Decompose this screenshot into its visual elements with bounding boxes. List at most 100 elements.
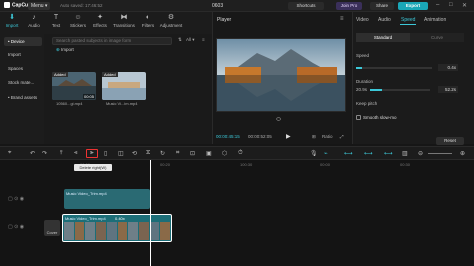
playhead[interactable] xyxy=(150,160,151,266)
cover-button[interactable]: Cover xyxy=(44,220,60,236)
nav-device[interactable]: • Device xyxy=(4,37,42,46)
undo-icon[interactable]: ↶ xyxy=(30,150,35,157)
tool-transitions[interactable]: ⧓ Transitions xyxy=(112,13,136,33)
magnet-icon[interactable]: ⌁ xyxy=(324,150,328,157)
tab-audio[interactable]: Audio xyxy=(378,17,391,23)
menu-button[interactable]: Menu ▾ xyxy=(28,2,50,10)
speed-slider[interactable] xyxy=(356,67,432,69)
film-frame xyxy=(96,222,106,240)
import-button[interactable]: ⊕ Import xyxy=(56,47,74,53)
duration-value[interactable]: 52.2s xyxy=(438,86,458,93)
tool-effects[interactable]: ✦ Effects xyxy=(90,13,110,33)
tool-audio[interactable]: ♪ Audio xyxy=(24,13,44,33)
ruler-tick: 00:30 xyxy=(400,162,411,167)
nav-import[interactable]: Import xyxy=(4,50,42,59)
freeze-icon[interactable]: ◫ xyxy=(118,150,124,157)
reset-button[interactable]: Reset xyxy=(436,137,464,145)
speed-slider-fill xyxy=(356,67,363,69)
video-preview xyxy=(216,38,346,112)
snap-icon[interactable]: ⟷ xyxy=(384,150,393,157)
delete-icon[interactable]: ▯ xyxy=(104,150,107,157)
share-button[interactable]: Share xyxy=(370,2,394,10)
delete-left-icon[interactable]: ⫷ xyxy=(74,150,77,157)
ruler-tick: 100:30 xyxy=(240,162,253,167)
player-title: Player xyxy=(217,17,232,23)
track-lock-icon[interactable]: ▢ ⊙ ◉ xyxy=(8,196,24,202)
media-clip-1[interactable]: Added 00:05 xyxy=(52,72,96,100)
play-button[interactable]: ▶ xyxy=(286,133,291,140)
speed-label: Speed xyxy=(356,53,370,58)
ai-tool-icon[interactable]: ▣ xyxy=(206,150,212,157)
speed-mode-standard[interactable]: Standard xyxy=(356,33,410,42)
filter-all-dropdown[interactable]: All ▾ xyxy=(186,37,195,43)
tab-animation[interactable]: Animation xyxy=(424,17,446,23)
maximize-icon[interactable]: □ xyxy=(449,2,453,8)
ratio-button[interactable]: Ratio xyxy=(322,134,333,139)
smooth-slowmo-checkbox[interactable] xyxy=(356,115,361,120)
mirror-icon[interactable]: ⧖ xyxy=(146,150,150,157)
sort-icon[interactable]: ⇅ xyxy=(178,37,182,43)
search-input[interactable]: Search pasted subjects in image form xyxy=(52,37,172,45)
duration-original: 20.9s xyxy=(356,87,368,92)
tab-video[interactable]: Video xyxy=(356,17,369,23)
nav-stock-materials[interactable]: Stock mate... xyxy=(4,78,42,87)
select-tool-icon[interactable]: ⌖ xyxy=(8,150,11,157)
media-clip-2[interactable]: Added xyxy=(102,72,146,100)
film-frame xyxy=(64,222,74,240)
link-icon[interactable]: ⟷ xyxy=(344,150,353,157)
duration-slider[interactable] xyxy=(370,89,430,91)
audio-icon: ♪ xyxy=(32,14,36,21)
nav-spaces[interactable]: Spaces xyxy=(4,64,42,73)
fit-icon[interactable]: ⊞ xyxy=(312,134,316,140)
tab-underline xyxy=(400,24,416,25)
delete-right-icon[interactable]: ⫸ xyxy=(86,149,98,158)
track-lock-icon-main[interactable]: ▢ ⊙ ◉ xyxy=(8,224,24,230)
mic-icon[interactable]: 🎙 xyxy=(310,150,318,157)
timeline-clip-top[interactable]: Music Video_Trim.mp4 xyxy=(64,189,150,209)
split-icon[interactable]: ⫯ xyxy=(60,150,63,157)
speed-tool-icon[interactable]: ⏱ xyxy=(238,150,243,157)
shape-tool-icon[interactable]: ⬡ xyxy=(222,150,227,157)
film-frame xyxy=(138,222,149,240)
tool-filters[interactable]: ◐ Filters xyxy=(138,13,158,33)
filters-icon: ◐ xyxy=(145,14,151,21)
clip-filename: 10560...gi.mp4 xyxy=(56,101,83,106)
close-icon[interactable]: ✕ xyxy=(462,2,467,9)
tool-adjustment[interactable]: ⚙ Adjustment xyxy=(158,13,184,33)
speed-mode-curve[interactable]: Curve xyxy=(410,33,464,42)
effects-icon: ✦ xyxy=(97,14,103,21)
minimize-icon[interactable]: – xyxy=(436,2,439,8)
split-screen-icon[interactable]: ▥ xyxy=(402,150,408,157)
export-button[interactable]: Export xyxy=(398,2,428,10)
preview-frame xyxy=(217,39,345,111)
filter-icon[interactable]: ≡ xyxy=(202,37,205,42)
sticker-icon: ☺ xyxy=(74,14,82,21)
fit-tool-icon[interactable]: ⊡ xyxy=(190,150,195,157)
shortcuts-button[interactable]: Shortcuts xyxy=(288,2,324,10)
reverse-icon[interactable]: ⟲ xyxy=(132,150,137,157)
join-pro-button[interactable]: Join Pro xyxy=(336,2,362,10)
tab-speed[interactable]: Speed xyxy=(401,17,415,23)
tool-text[interactable]: T Text xyxy=(46,13,66,33)
tool-stickers[interactable]: ☺ Stickers xyxy=(68,13,88,33)
crop-tool-icon[interactable]: ⌗ xyxy=(176,150,179,157)
crop-icon[interactable]: ⬭ xyxy=(276,117,281,124)
zoom-slider[interactable] xyxy=(428,153,452,154)
nav-brand-assets[interactable]: • Brand assets xyxy=(4,93,42,102)
tool-import[interactable]: ⬇ Import xyxy=(2,13,22,33)
rotate-icon[interactable]: ↻ xyxy=(160,150,165,157)
autosave-status: Auto saved: 17:46:52 xyxy=(60,3,103,8)
project-title[interactable]: 0603 xyxy=(212,3,223,9)
ruler-tick: 00:20 xyxy=(160,162,171,167)
fullscreen-icon[interactable]: ⤢ xyxy=(340,134,344,139)
more-icon[interactable]: ≡ xyxy=(340,16,344,22)
redo-icon[interactable]: ↷ xyxy=(42,150,47,157)
zoom-out-icon[interactable]: ⊖ xyxy=(418,150,423,157)
total-time: 00:00:52:05 xyxy=(248,134,272,139)
duration-label: Duration xyxy=(356,79,374,84)
speed-value[interactable]: 0.4x xyxy=(438,64,458,71)
film-frame xyxy=(74,222,85,240)
clip-speed-badge: 0.40x xyxy=(115,216,125,221)
preview-axis-icon[interactable]: ⟷ xyxy=(364,150,373,157)
zoom-in-icon[interactable]: ⊕ xyxy=(460,150,465,157)
